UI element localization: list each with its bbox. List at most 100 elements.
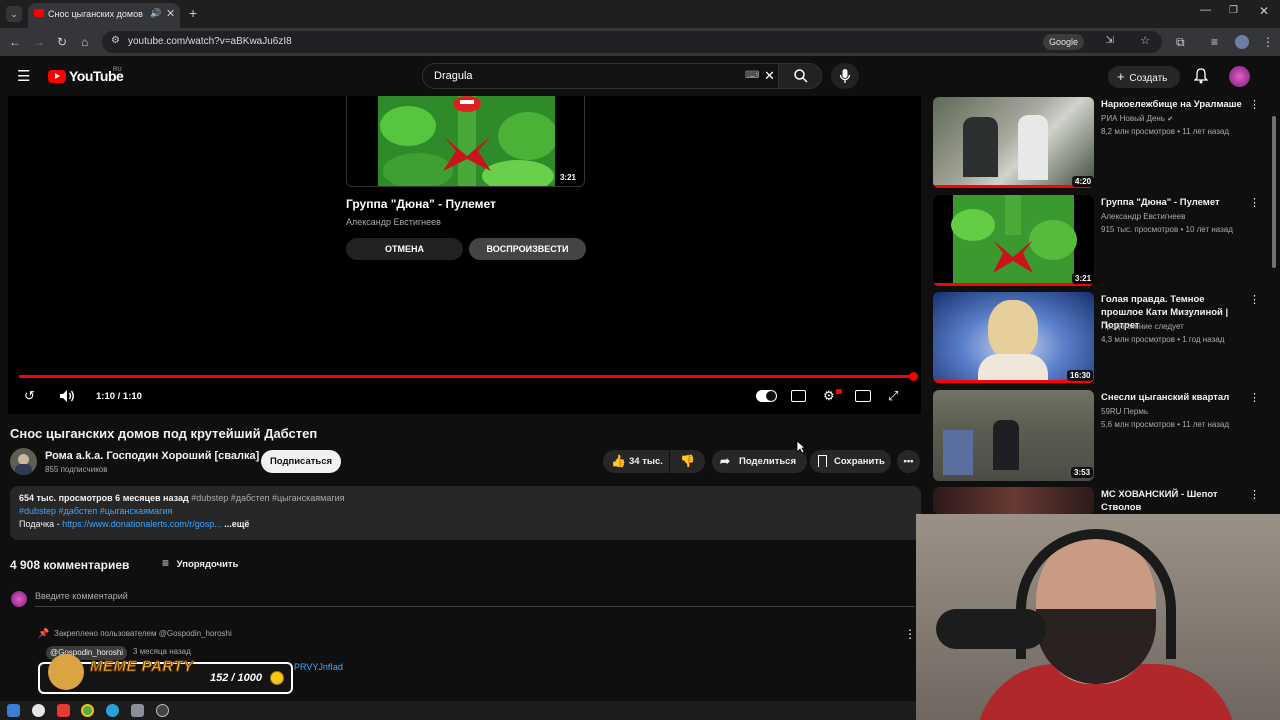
progress-scrubber[interactable] (909, 372, 918, 381)
related-menu-icon[interactable]: ⋮ (1249, 488, 1260, 501)
clear-search-icon[interactable]: ✕ (764, 68, 775, 84)
related-thumbnail[interactable] (933, 195, 1094, 286)
restore-icon[interactable]: ❐ (1229, 5, 1238, 16)
related-thumbnail[interactable] (933, 487, 1094, 514)
search-button[interactable] (778, 63, 822, 89)
related-menu-icon[interactable]: ⋮ (1249, 98, 1260, 111)
profile-avatar[interactable] (1235, 35, 1249, 49)
related-menu-icon[interactable]: ⋮ (1249, 196, 1260, 209)
close-window-icon[interactable]: ✕ (1259, 4, 1269, 18)
telegram-icon[interactable] (106, 704, 119, 717)
related-title[interactable]: Группа "Дюна" - Пулемет (1101, 196, 1246, 209)
replay-icon[interactable]: ↺ (24, 388, 35, 404)
youtube-header: ☰ YouTube RU Dragula ⌨ ✕ + Создать (0, 56, 1280, 96)
comment-input[interactable]: Введите комментарий (35, 591, 128, 601)
related-title[interactable]: Снесли цыганский квартал (1101, 391, 1246, 404)
share-button[interactable]: ➦ Поделиться (712, 450, 807, 473)
verified-icon: ✔ (1167, 116, 1174, 123)
related-channel[interactable]: РИА Новый День ✔ (1101, 114, 1173, 123)
keyboard-icon[interactable]: ⌨ (745, 70, 759, 81)
windows-start-icon[interactable] (7, 704, 20, 717)
chrome-icon[interactable] (81, 704, 94, 717)
related-channel[interactable]: Продолжение следует (1101, 322, 1184, 331)
comment-time[interactable]: 3 месяца назад (133, 647, 191, 656)
description-box[interactable]: 654 тыс. просмотров 6 месяцев назад #dub… (10, 486, 921, 540)
related-title[interactable]: МС ХОВАНСКИЙ - Шепот Стволов (1101, 488, 1246, 514)
site-info-icon[interactable]: ⚙ (111, 35, 120, 46)
related-meta: 4,3 млн просмотров • 1 год назад (1101, 335, 1225, 344)
yandex-icon[interactable] (57, 704, 70, 717)
tab-title: Снос цыганских домов по (48, 9, 146, 19)
create-button[interactable]: + Создать (1108, 66, 1180, 88)
endscreen-play-button[interactable]: ВОСПРОИЗВЕСТИ (469, 238, 586, 260)
subscribe-button[interactable]: Подписаться (261, 450, 341, 473)
more-actions-button[interactable]: ••• (897, 450, 920, 473)
endscreen-cancel-button[interactable]: ОТМЕНА (346, 238, 463, 260)
bookmark-icon (818, 455, 827, 467)
notifications-bell-icon[interactable] (1194, 68, 1208, 84)
progress-bar[interactable] (19, 375, 913, 378)
bookmark-star-icon[interactable]: ☆ (1140, 34, 1150, 47)
channel-avatar-body (15, 464, 32, 475)
dislike-button[interactable]: 👎 (670, 450, 705, 473)
thumbnail-figure (1018, 115, 1048, 180)
url-text[interactable]: youtube.com/watch?v=aBKwaJu6zI8 (128, 36, 292, 47)
meme-party-title: MEME PARTY (90, 658, 194, 676)
home-icon[interactable]: ⌂ (81, 35, 88, 49)
sidebar-scrollbar[interactable] (1272, 116, 1276, 268)
sort-comments-button[interactable]: ≡ Упорядочить (162, 556, 238, 570)
address-bar[interactable]: ⚙ youtube.com/watch?v=aBKwaJu6zI8 Google… (102, 31, 1162, 53)
minimize-icon[interactable]: — (1200, 4, 1211, 16)
app-icon[interactable] (131, 704, 144, 717)
install-icon[interactable]: ⇲ (1106, 35, 1114, 46)
forward-icon[interactable]: → (33, 35, 45, 49)
related-thumbnail[interactable] (933, 390, 1094, 481)
related-channel[interactable]: Александр Евстигнеев (1101, 212, 1185, 221)
donation-link[interactable]: https://www.donationalerts.com/r/gosp... (62, 519, 222, 529)
youtube-logo-icon[interactable] (48, 70, 66, 83)
subscriber-count: 855 подписчиков (45, 465, 108, 474)
tab-audio-icon[interactable]: 🔊 (150, 8, 161, 19)
related-menu-icon[interactable]: ⋮ (1249, 391, 1260, 404)
related-thumbnail[interactable] (933, 97, 1094, 188)
autoplay-toggle[interactable] (756, 390, 777, 402)
save-label: Сохранить (834, 456, 885, 467)
new-tab-icon[interactable]: + (189, 5, 197, 21)
like-button[interactable]: 👍 34 тыс. (603, 450, 669, 473)
comment-link[interactable]: PRVYJnfIad (294, 662, 343, 672)
subtitles-icon[interactable] (791, 390, 806, 402)
thumbnail-face (988, 300, 1038, 360)
related-menu-icon[interactable]: ⋮ (1249, 293, 1260, 306)
related-channel[interactable]: 59RU Пермь (1101, 407, 1148, 416)
comment-menu-icon[interactable]: ⋮ (904, 627, 916, 641)
settings-gear-icon[interactable]: ⚙ (823, 388, 835, 404)
yandex-browser-icon[interactable] (32, 704, 45, 717)
related-title[interactable]: Наркоележбище на Уралмаше (1101, 98, 1246, 111)
obs-icon[interactable] (156, 704, 169, 717)
plus-icon: + (1117, 69, 1125, 84)
volume-icon[interactable] (59, 389, 75, 403)
reload-icon[interactable]: ↻ (57, 35, 67, 49)
hamburger-menu-icon[interactable]: ☰ (17, 67, 30, 85)
save-button[interactable]: Сохранить (810, 450, 891, 473)
browser-menu-icon[interactable]: ⋮ (1262, 35, 1274, 49)
endscreen-title[interactable]: Группа "Дюна" - Пулемет (346, 197, 496, 211)
fullscreen-icon[interactable]: ⤢ (888, 388, 898, 404)
tab-list-icon[interactable]: ⌄ (6, 6, 22, 22)
voice-search-button[interactable] (831, 63, 859, 89)
channel-avatar[interactable] (10, 448, 37, 475)
channel-name[interactable]: Рома a.k.a. Господин Хороший [свалка] (45, 450, 259, 462)
show-more-link[interactable]: ...ещё (224, 519, 249, 529)
search-query[interactable]: Dragula (434, 70, 473, 82)
endscreen-thumbnail[interactable]: 3:21 (346, 96, 585, 187)
close-tab-icon[interactable]: ✕ (166, 7, 175, 20)
reading-list-icon[interactable]: ≡ (1211, 35, 1218, 49)
extensions-icon[interactable]: ⧉ (1176, 35, 1185, 50)
search-input[interactable]: Dragula ⌨ ✕ (422, 63, 778, 89)
back-icon[interactable]: ← (9, 35, 21, 49)
theater-mode-icon[interactable] (855, 390, 871, 402)
google-lens-button[interactable]: Google (1042, 34, 1084, 50)
browser-tab[interactable]: Снос цыганских домов по 🔊 ✕ (28, 3, 180, 28)
description-hashtags[interactable]: #dubstep #дабстеп #цыганскаямагия (19, 506, 172, 516)
account-avatar[interactable] (1229, 66, 1250, 87)
